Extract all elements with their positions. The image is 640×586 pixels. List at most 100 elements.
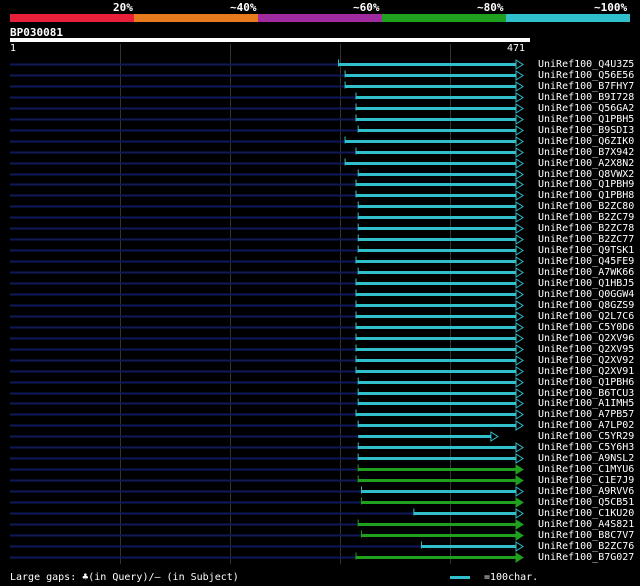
- hit-label[interactable]: UniRef100_Q6ZIK0: [538, 136, 634, 147]
- hit-arrow-icon: [490, 431, 499, 442]
- hit-label[interactable]: UniRef100_Q2XV92: [538, 355, 634, 366]
- hit-arrow-icon: [515, 453, 524, 464]
- hit-arrow-icon: [515, 158, 524, 169]
- hit-label[interactable]: UniRef100_A7PB57: [538, 409, 634, 420]
- hit-label[interactable]: UniRef100_B2ZC80: [538, 201, 634, 212]
- hit-row: [10, 179, 524, 190]
- hit-label[interactable]: UniRef100_B9I728: [538, 92, 634, 103]
- hit-arrow-icon: [515, 366, 524, 377]
- hit-row: [10, 190, 524, 201]
- hit-arrow-icon: [515, 355, 524, 366]
- hit-label[interactable]: UniRef100_C5YR29: [538, 431, 634, 442]
- hit-row: [10, 278, 524, 289]
- hit-label[interactable]: UniRef100_A7LP02: [538, 420, 634, 431]
- hit-row: [10, 344, 524, 355]
- hit-label[interactable]: UniRef100_Q2L7C6: [538, 311, 634, 322]
- hit-label[interactable]: UniRef100_Q56E56: [538, 70, 634, 81]
- hit-arrow-icon: [515, 70, 524, 81]
- hit-row: [10, 420, 524, 431]
- hit-row: [10, 125, 524, 136]
- hit-label[interactable]: UniRef100_B7X942: [538, 147, 634, 158]
- hit-row: [10, 355, 524, 366]
- hit-label[interactable]: UniRef100_C1MYU6: [538, 464, 634, 475]
- hit-label[interactable]: UniRef100_B7FHY7: [538, 81, 634, 92]
- hit-label[interactable]: UniRef100_Q5CB51: [538, 497, 634, 508]
- hit-label[interactable]: UniRef100_A9NSL2: [538, 453, 634, 464]
- hit-label[interactable]: UniRef100_Q4U3Z5: [538, 59, 634, 70]
- hit-row: [10, 508, 524, 519]
- hit-arrow-icon: [515, 59, 524, 70]
- hit-row: [10, 475, 524, 486]
- hit-label[interactable]: UniRef100_B2ZC76: [538, 541, 634, 552]
- hit-label[interactable]: UniRef100_B9SDI3: [538, 125, 634, 136]
- hit-row: [10, 245, 524, 256]
- hit-label[interactable]: UniRef100_A7WK66: [538, 267, 634, 278]
- hit-label[interactable]: UniRef100_A9RVV6: [538, 486, 634, 497]
- hit-row: [10, 388, 524, 399]
- hit-row: [10, 322, 524, 333]
- hit-row: [10, 136, 524, 147]
- hit-label[interactable]: UniRef100_Q45FE9: [538, 256, 634, 267]
- hit-label[interactable]: UniRef100_B2ZC78: [538, 223, 634, 234]
- hit-label[interactable]: UniRef100_Q1PBH8: [538, 190, 634, 201]
- hit-label[interactable]: UniRef100_Q9TSK1: [538, 245, 634, 256]
- hit-label[interactable]: UniRef100_Q56GA2: [538, 103, 634, 114]
- hit-label[interactable]: UniRef100_Q2XV96: [538, 333, 634, 344]
- hit-arrow-icon: [515, 169, 524, 180]
- hit-row: [10, 366, 524, 377]
- hit-arrow-icon: [515, 256, 524, 267]
- scale-swatch: [450, 576, 470, 579]
- hit-label[interactable]: UniRef100_Q1PBH6: [538, 377, 634, 388]
- hit-arrow-icon: [515, 497, 524, 508]
- hit-arrow-icon: [515, 300, 524, 311]
- hit-label[interactable]: UniRef100_A1IMH5: [538, 398, 634, 409]
- hit-arrow-icon: [515, 179, 524, 190]
- hit-label[interactable]: UniRef100_Q1HBJ5: [538, 278, 634, 289]
- hit-arrow-icon: [515, 442, 524, 453]
- hit-row: [10, 311, 524, 322]
- hit-label[interactable]: UniRef100_B7G027: [538, 552, 634, 563]
- hit-arrow-icon: [515, 81, 524, 92]
- hit-row: [10, 497, 524, 508]
- hit-arrow-icon: [515, 388, 524, 399]
- hit-arrow-icon: [515, 377, 524, 388]
- hit-label[interactable]: UniRef100_C1KU20: [538, 508, 634, 519]
- hit-label[interactable]: UniRef100_B8C7V7: [538, 530, 634, 541]
- hit-label[interactable]: UniRef100_Q2XV91: [538, 366, 634, 377]
- hit-label[interactable]: UniRef100_C1E7J9: [538, 475, 634, 486]
- hit-label[interactable]: UniRef100_Q0GGW4: [538, 289, 634, 300]
- hit-arrow-icon: [515, 136, 524, 147]
- hit-arrow-icon: [515, 398, 524, 409]
- hit-row: [10, 552, 524, 563]
- hit-label[interactable]: UniRef100_Q8GZS9: [538, 300, 634, 311]
- hit-arrow-icon: [515, 267, 524, 278]
- hit-row: [10, 114, 524, 125]
- hit-arrow-icon: [515, 103, 524, 114]
- hit-arrow-icon: [515, 508, 524, 519]
- hit-arrow-icon: [515, 464, 524, 475]
- hit-row: [10, 486, 524, 497]
- hit-row: [10, 267, 524, 278]
- hit-row: [10, 223, 524, 234]
- hit-label[interactable]: UniRef100_C5Y0D6: [538, 322, 634, 333]
- hit-label[interactable]: UniRef100_A2X8N2: [538, 158, 634, 169]
- hit-arrow-icon: [515, 530, 524, 541]
- hit-label[interactable]: UniRef100_Q2XV95: [538, 344, 634, 355]
- hit-label[interactable]: UniRef100_Q1PBH9: [538, 179, 634, 190]
- hit-row: [10, 333, 524, 344]
- hit-row: [10, 453, 524, 464]
- hit-arrow-icon: [515, 409, 524, 420]
- hit-arrow-icon: [515, 92, 524, 103]
- hit-label[interactable]: UniRef100_Q1PBH5: [538, 114, 634, 125]
- hit-row: [10, 530, 524, 541]
- hit-row: [10, 289, 524, 300]
- hit-label[interactable]: UniRef100_C5Y6H3: [538, 442, 634, 453]
- hit-arrow-icon: [515, 114, 524, 125]
- scale-legend: =100char.: [484, 572, 539, 583]
- hit-label[interactable]: UniRef100_B2ZC77: [538, 234, 634, 245]
- hit-label[interactable]: UniRef100_B2ZC79: [538, 212, 634, 223]
- hit-arrow-icon: [515, 475, 524, 486]
- hit-label[interactable]: UniRef100_A4S821: [538, 519, 634, 530]
- hit-row: [10, 519, 524, 530]
- hit-row: [10, 103, 524, 114]
